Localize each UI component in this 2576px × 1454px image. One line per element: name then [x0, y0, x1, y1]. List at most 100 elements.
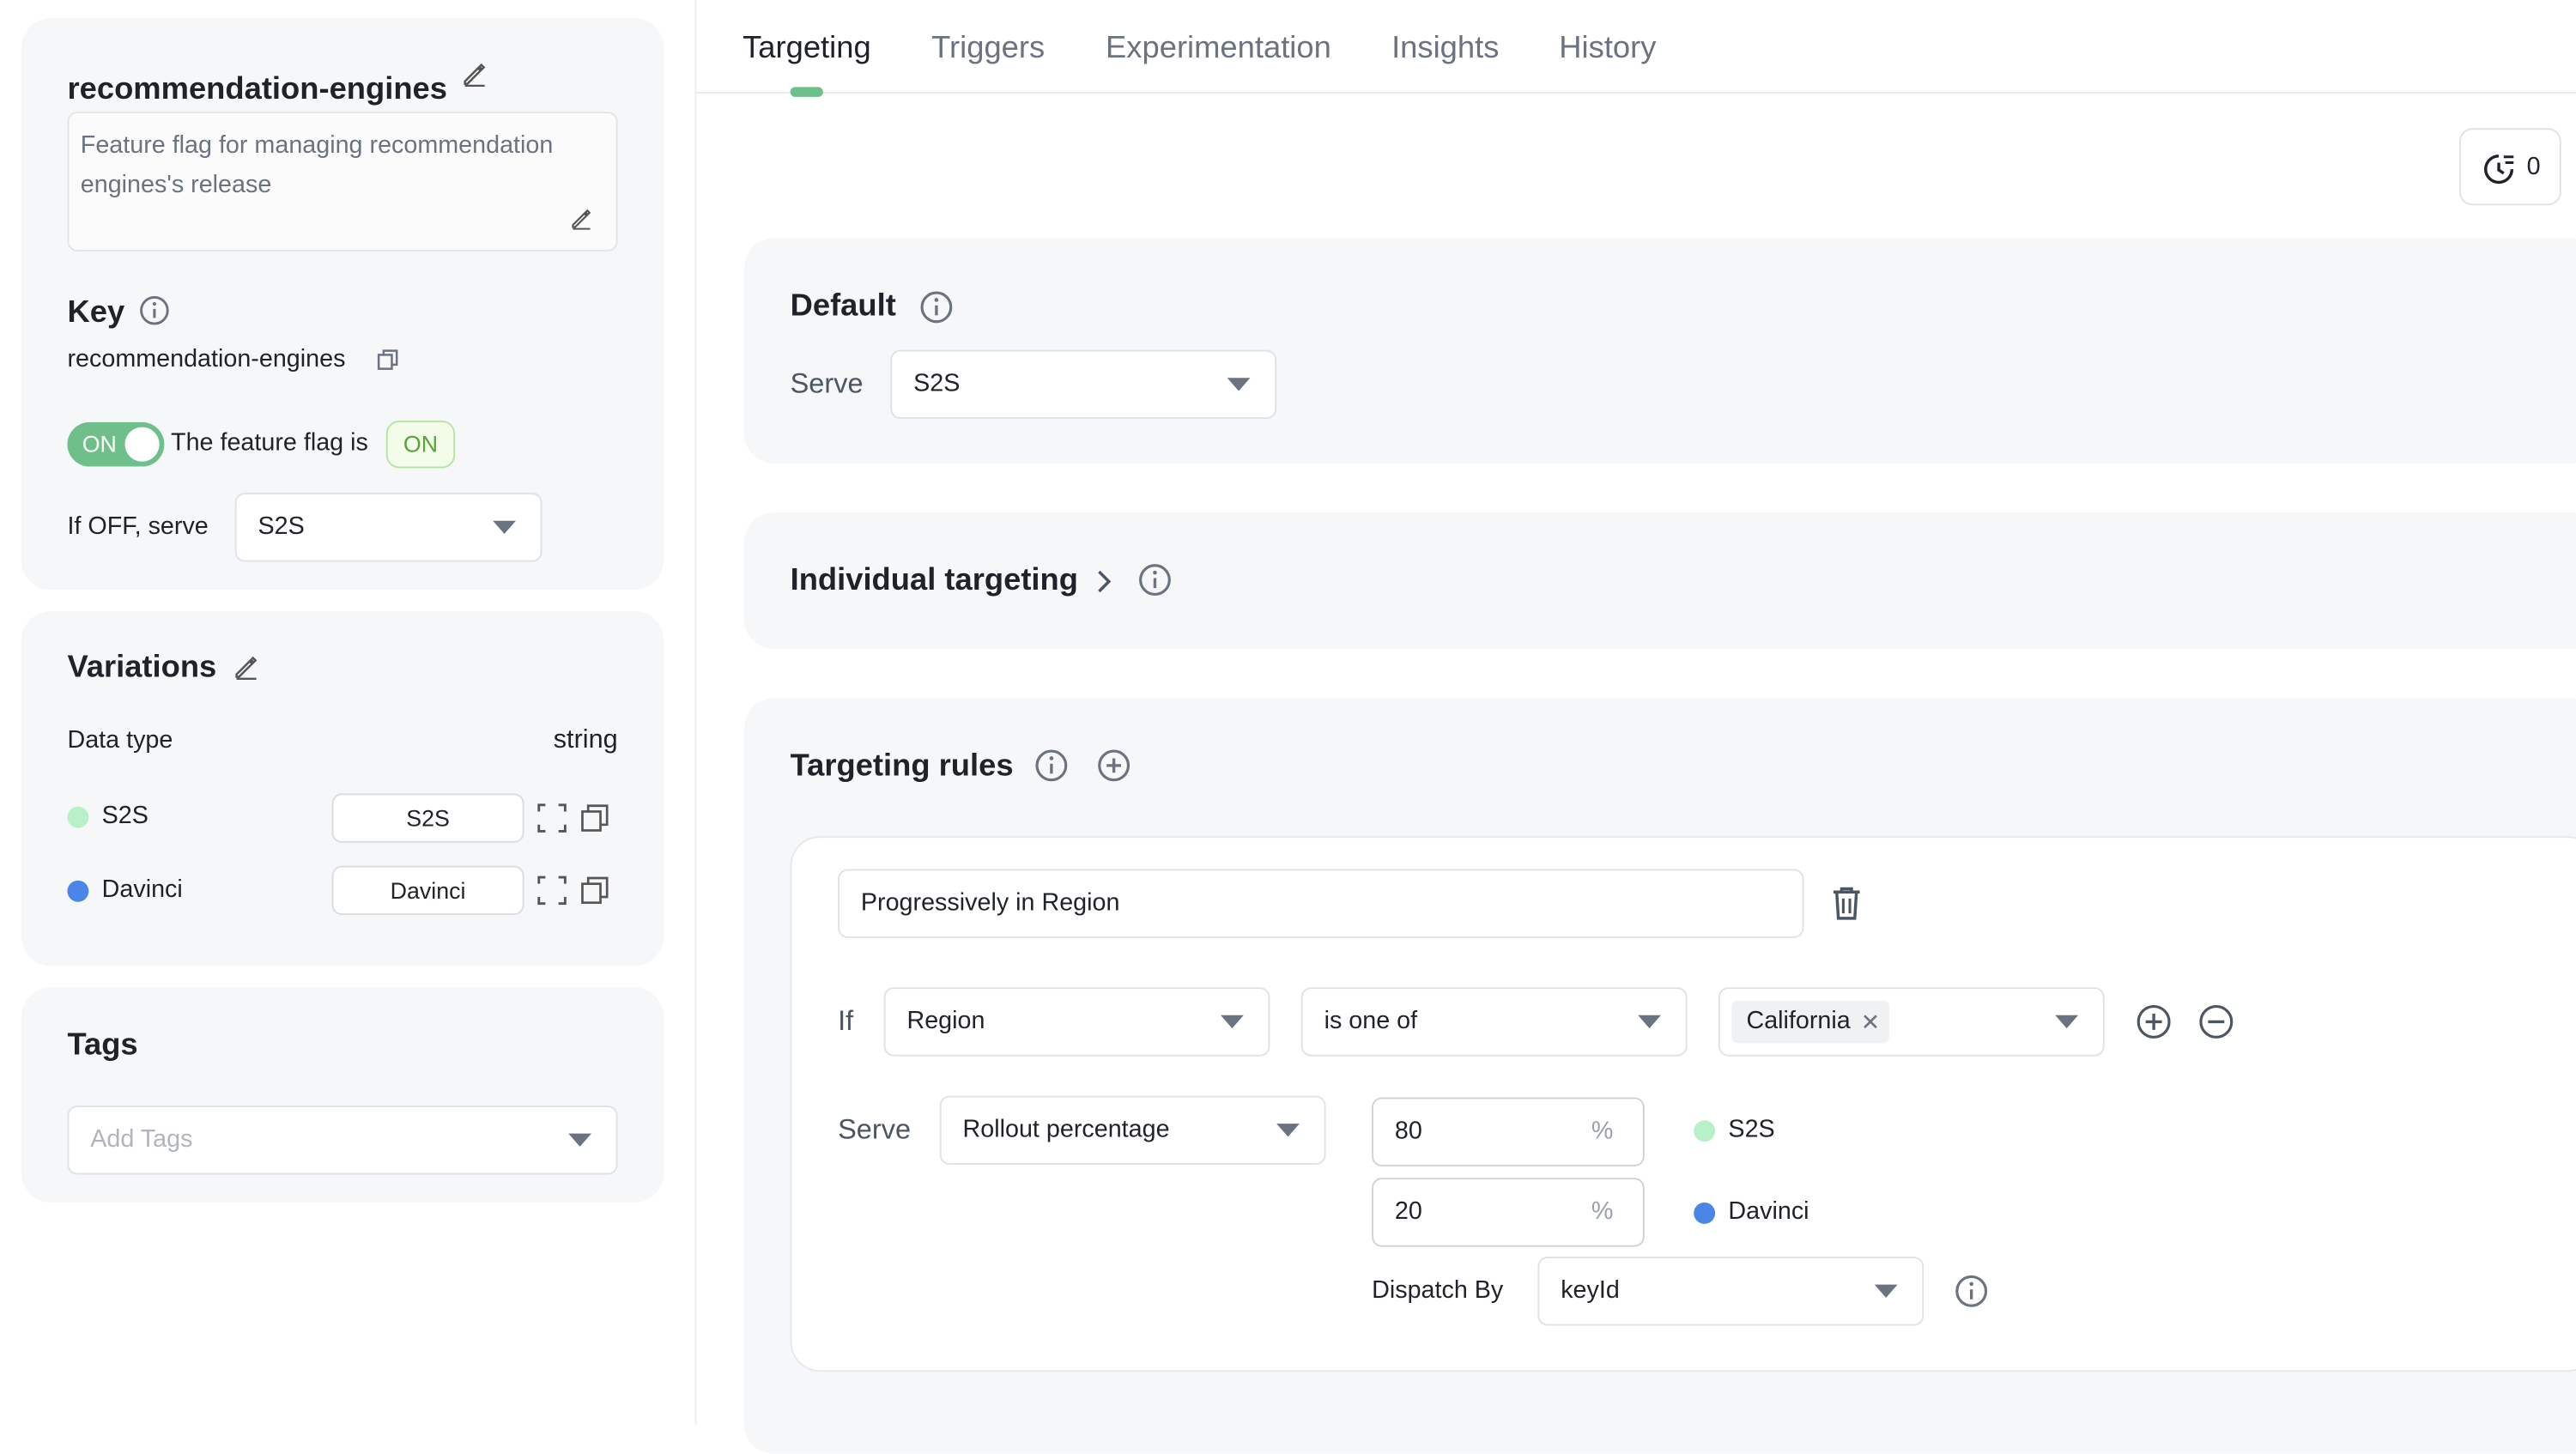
rollout-percentage-input[interactable]: 80 % [1372, 1097, 1645, 1166]
copy-icon[interactable] [580, 875, 609, 905]
chevron-down-icon [1638, 1015, 1661, 1029]
info-icon[interactable] [1136, 562, 1173, 598]
description-box[interactable]: Feature flag for managing recommendation… [67, 112, 618, 251]
data-type-label: Data type [67, 725, 173, 754]
info-icon[interactable] [918, 289, 955, 325]
rule-serve-mode-select[interactable]: Rollout percentage [939, 1095, 1326, 1165]
change-history-button[interactable]: 0 [2459, 128, 2561, 206]
toggle-knob [124, 427, 160, 462]
variations-title: Variations [67, 650, 217, 686]
variation-color-dot [1694, 1120, 1716, 1142]
rollout-percentage-input[interactable]: 20 % [1372, 1178, 1645, 1247]
rollout-percent-value: 80 [1394, 1117, 1422, 1145]
tab-history[interactable]: History [1559, 31, 1656, 67]
chevron-down-icon [1276, 1124, 1300, 1137]
rule-serve-mode-value: Rollout percentage [962, 1115, 1170, 1144]
rule-attribute-value: Region [906, 1007, 985, 1035]
copy-icon[interactable] [580, 803, 609, 833]
tab-insights[interactable]: Insights [1391, 31, 1499, 67]
tags-placeholder: Add Tags [90, 1125, 193, 1154]
add-rule-icon[interactable] [1096, 748, 1132, 784]
rule-serve-label: Serve [838, 1113, 912, 1145]
chevron-down-icon [2055, 1015, 2079, 1029]
value-tag-label: California [1746, 1007, 1851, 1035]
targeting-rule-card: Progressively in Region If Region is one… [790, 836, 2576, 1372]
copy-icon[interactable] [376, 348, 399, 372]
default-serve-label: Serve [790, 367, 864, 400]
variations-card: Variations Data type string S2S S2S Davi… [21, 610, 664, 966]
tags-select[interactable]: Add Tags [67, 1106, 618, 1175]
if-off-label: If OFF, serve [67, 512, 209, 541]
flag-toggle[interactable]: ON [67, 421, 165, 467]
if-off-value: S2S [258, 512, 305, 541]
individual-targeting-panel[interactable]: Individual targeting [743, 512, 2576, 649]
chevron-right-icon[interactable] [1093, 566, 1116, 596]
info-icon[interactable] [138, 294, 171, 327]
percent-unit: % [1591, 1117, 1614, 1145]
dispatch-by-select[interactable]: keyId [1537, 1257, 1924, 1326]
active-tab-indicator [790, 87, 823, 97]
rollout-variation-name: Davinci [1728, 1197, 1809, 1226]
variation-color-dot [1694, 1202, 1716, 1224]
rule-attribute-select[interactable]: Region [883, 987, 1270, 1057]
dispatch-by-label: Dispatch By [1372, 1276, 1504, 1305]
variation-value-field[interactable]: S2S [331, 793, 524, 843]
expand-icon[interactable] [537, 803, 567, 833]
percent-unit: % [1591, 1197, 1614, 1226]
tags-card: Tags Add Tags [21, 987, 664, 1203]
clock-history-icon [2484, 154, 2514, 185]
expand-icon[interactable] [537, 875, 567, 906]
rule-values-select[interactable]: California ✕ [1718, 987, 2105, 1057]
default-serve-select[interactable]: S2S [890, 349, 1277, 420]
rule-operator-select[interactable]: is one of [1300, 987, 1688, 1057]
rollout-percent-value: 20 [1394, 1197, 1422, 1226]
tags-title: Tags [67, 1028, 138, 1063]
tab-triggers[interactable]: Triggers [931, 31, 1045, 67]
variation-value-field[interactable]: Davinci [331, 865, 524, 916]
value-tag: California ✕ [1731, 1000, 1890, 1044]
individual-targeting-title: Individual targeting [790, 563, 1078, 598]
app-root: recommendation-engines Feature flag for … [0, 0, 2576, 1454]
edit-variations-icon[interactable] [233, 654, 260, 681]
default-title: Default [790, 288, 896, 324]
remove-condition-icon[interactable] [2198, 1003, 2234, 1039]
chevron-down-icon [493, 520, 516, 535]
variation-color-dot [67, 880, 89, 902]
rule-if-label: If [838, 1005, 854, 1037]
description-text: Feature flag for managing recommendation… [80, 131, 554, 199]
delete-icon[interactable] [1830, 886, 1863, 922]
chevron-down-icon [1221, 1015, 1244, 1029]
tab-bar: Targeting Triggers Experimentation Insig… [696, 0, 2576, 97]
flag-name: recommendation-engines [67, 72, 447, 107]
chevron-down-icon [568, 1133, 592, 1147]
variation-color-dot [67, 806, 89, 828]
default-panel: Default Serve S2S [743, 238, 2576, 463]
edit-name-icon[interactable] [462, 61, 488, 88]
tab-experimentation[interactable]: Experimentation [1106, 31, 1331, 67]
info-icon[interactable] [1954, 1273, 1990, 1309]
rollout-variation-name: S2S [1728, 1115, 1775, 1144]
key-title: Key [67, 295, 125, 330]
rule-name-input[interactable]: Progressively in Region [838, 869, 1804, 938]
if-off-select[interactable]: S2S [234, 493, 542, 562]
close-icon[interactable]: ✕ [1861, 1001, 1880, 1044]
dispatch-by-value: keyId [1561, 1276, 1620, 1305]
info-icon[interactable] [1033, 748, 1070, 784]
data-type-value: string [553, 725, 618, 754]
default-serve-value: S2S [913, 369, 961, 398]
variation-name: S2S [101, 801, 148, 830]
toggle-label: ON [82, 430, 117, 457]
flag-info-card: recommendation-engines Feature flag for … [21, 18, 664, 591]
chevron-down-icon [1227, 378, 1251, 391]
chevron-down-icon [1874, 1284, 1898, 1298]
status-text: The feature flag is [171, 428, 368, 457]
add-condition-icon[interactable] [2136, 1003, 2172, 1039]
status-badge: ON [385, 420, 456, 469]
tab-targeting[interactable]: Targeting [742, 31, 871, 67]
rule-operator-value: is one of [1324, 1007, 1418, 1035]
edit-description-icon[interactable] [570, 207, 593, 230]
variation-name: Davinci [101, 875, 183, 904]
sidebar: recommendation-engines Feature flag for … [0, 0, 697, 1425]
key-value: recommendation-engines [67, 344, 346, 373]
history-count: 0 [2526, 152, 2541, 181]
